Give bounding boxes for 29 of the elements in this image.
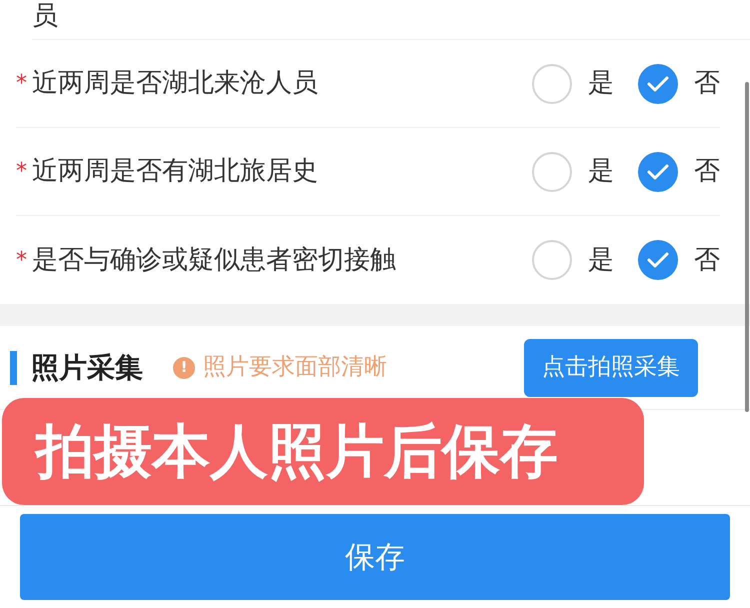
section-title: 照片采集: [31, 350, 143, 386]
required-mark: *: [16, 70, 28, 98]
annotation-callout: 拍摄本人照片后保存: [2, 398, 644, 505]
option-label: 是: [588, 67, 614, 100]
section-marker: [10, 350, 17, 384]
capture-button[interactable]: 点击拍照采集: [524, 338, 698, 396]
check-icon: [647, 252, 669, 268]
option-label: 否: [694, 155, 720, 188]
required-mark: *: [16, 158, 28, 186]
checked-radio[interactable]: [638, 64, 678, 104]
option-label: 是: [588, 244, 614, 276]
checked-radio[interactable]: [638, 152, 678, 192]
option-label: 否: [694, 244, 720, 276]
radio-button[interactable]: [532, 64, 572, 104]
warning-icon: !: [173, 356, 195, 378]
checked-radio[interactable]: [638, 240, 678, 280]
check-icon: [647, 164, 669, 180]
option-label: 是: [588, 155, 614, 188]
question-text: 是否与确诊或疑似患者密切接触: [32, 244, 397, 276]
required-mark: *: [16, 246, 28, 274]
question-text: 近两周是否有湖北旅居史: [32, 155, 319, 188]
hint-text: 照片要求面部清晰: [203, 353, 388, 382]
save-button[interactable]: 保存: [20, 514, 730, 600]
option-label: 否: [694, 67, 720, 100]
radio-button[interactable]: [532, 152, 572, 192]
question-text: 近两周是否湖北来沧人员: [32, 67, 319, 100]
check-icon: [647, 76, 669, 92]
question-text: 员: [32, 0, 59, 32]
radio-button[interactable]: [532, 240, 572, 280]
